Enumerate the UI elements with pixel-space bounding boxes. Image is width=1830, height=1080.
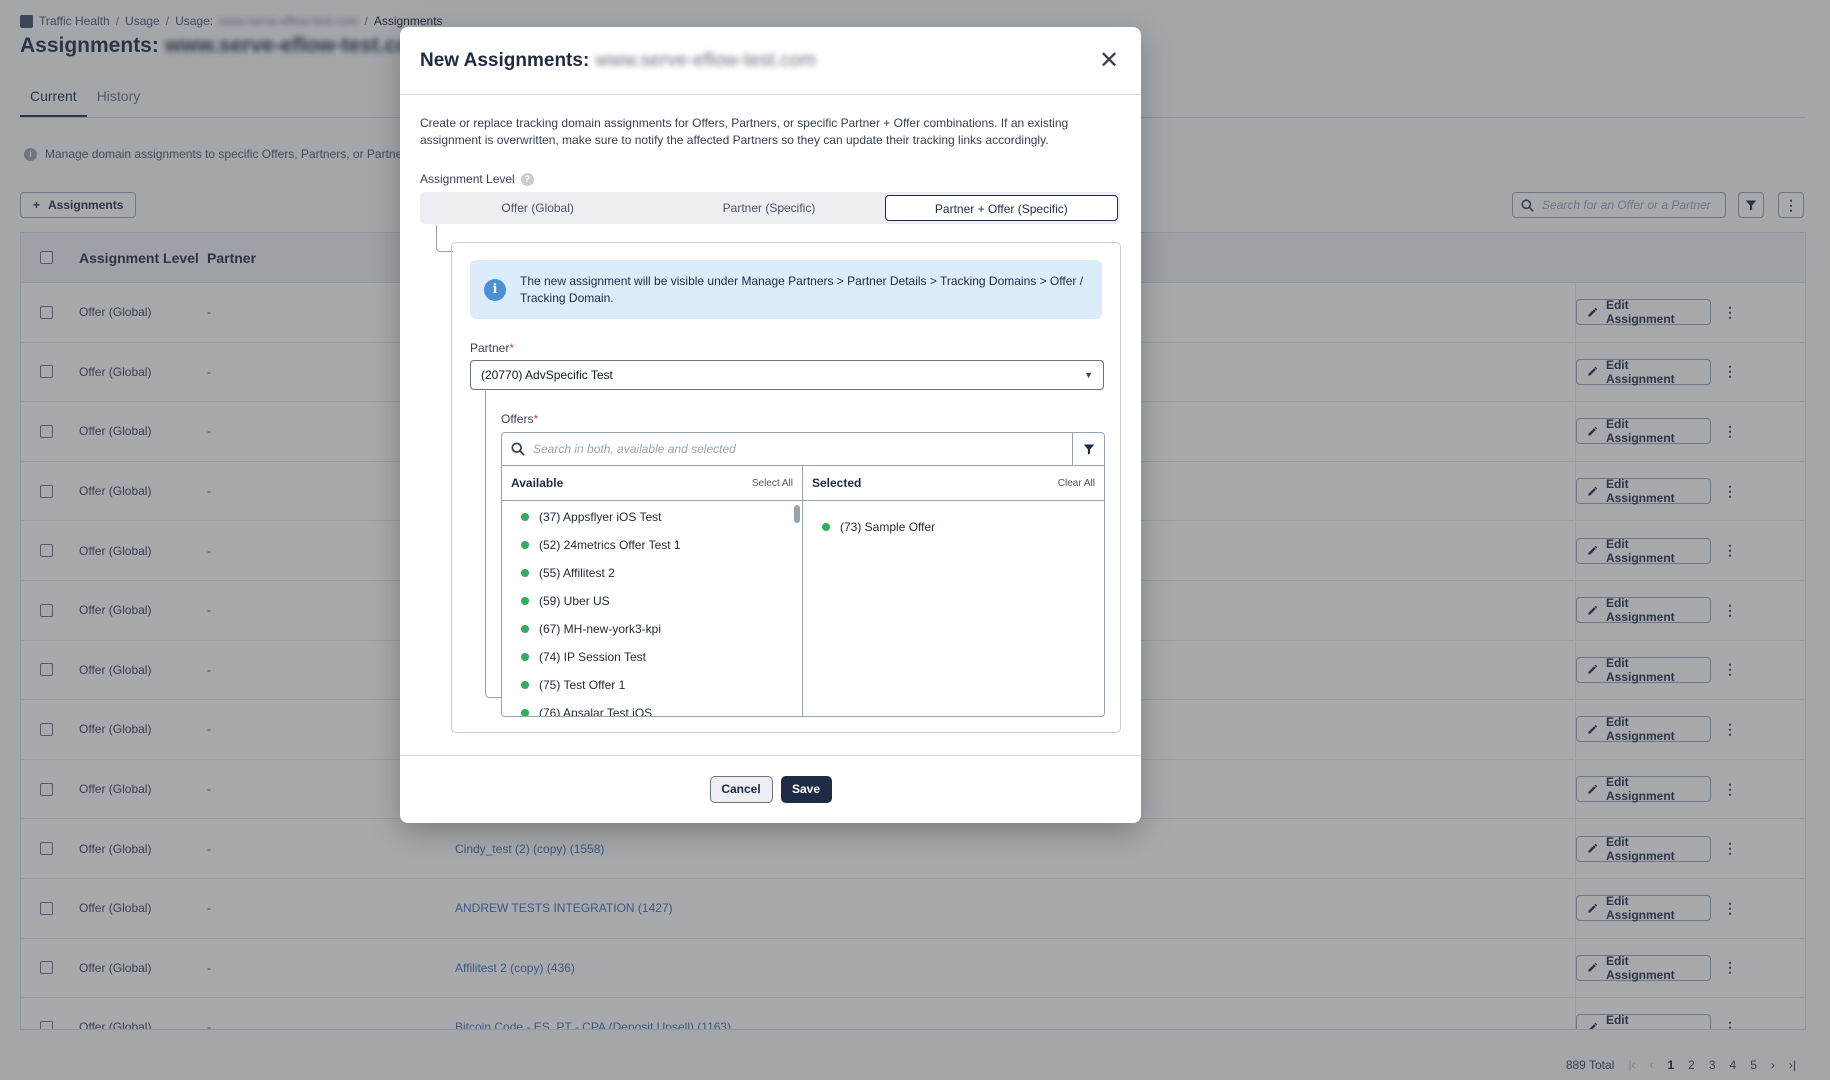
level-option-partner-offer-specific[interactable]: Partner + Offer (Specific) [884, 195, 1118, 221]
selected-heading: Selected [812, 476, 862, 490]
dialog-header: New Assignments: www.serve-eflow-test.co… [400, 27, 1141, 95]
selected-offers-list[interactable]: (73) Sample Offer [803, 513, 1104, 541]
clear-all-button[interactable]: Clear All [1058, 478, 1095, 489]
offers-search-bar: Search in both, available and selected [502, 433, 1104, 466]
partner-selected-value: (20770) AdvSpecific Test [481, 368, 613, 382]
available-offers-list[interactable]: (37) Appsflyer iOS Test (52) 24metrics Of… [502, 501, 794, 716]
scrollbar-thumb[interactable] [794, 505, 800, 523]
available-header: Available Select All [502, 466, 802, 501]
available-offer-item[interactable]: (37) Appsflyer iOS Test [502, 503, 794, 531]
selected-offers-column: Selected Clear All (73) Sample Offer [803, 466, 1104, 716]
dialog-title-text: New Assignments: [420, 49, 590, 71]
active-status-dot [521, 709, 529, 716]
available-offer-item[interactable]: (55) Affilitest 2 [502, 559, 794, 587]
active-status-dot [521, 681, 529, 689]
level-option-partner-specific[interactable]: Partner (Specific) [653, 195, 884, 221]
filter-icon [1083, 444, 1094, 455]
level-option-offer-global[interactable]: Offer (Global) [422, 195, 653, 221]
offer-name: (67) MH-new-york3-kpi [539, 622, 662, 636]
offer-name: (59) Uber US [539, 594, 610, 608]
active-status-dot [822, 523, 830, 531]
assignment-level-selector: Offer (Global) Partner (Specific) Partne… [420, 192, 1120, 224]
offers-search-input[interactable]: Search in both, available and selected [502, 442, 1072, 456]
dialog-description: Create or replace tracking domain assign… [420, 116, 1069, 147]
partner-label: Partner* [470, 341, 514, 355]
offer-name: (74) IP Session Test [539, 650, 646, 664]
help-icon[interactable]: ? [520, 172, 534, 186]
search-icon [511, 442, 525, 456]
offer-name: (55) Affilitest 2 [539, 566, 615, 580]
offers-label: Offers* [501, 412, 538, 426]
available-offer-item[interactable]: (52) 24metrics Offer Test 1 [502, 531, 794, 559]
offers-dual-listbox: Search in both, available and selected A… [501, 432, 1105, 717]
offer-name: (52) 24metrics Offer Test 1 [539, 538, 681, 552]
assignment-level-text: Assignment Level [420, 172, 515, 186]
offer-name: (75) Test Offer 1 [539, 678, 626, 692]
required-mark: * [533, 412, 539, 426]
available-offer-item[interactable]: (67) MH-new-york3-kpi [502, 615, 794, 643]
notice-text: The new assignment will be visible under… [520, 273, 1084, 305]
required-mark: * [509, 341, 515, 355]
offer-name: (37) Appsflyer iOS Test [539, 510, 662, 524]
offers-search-placeholder: Search in both, available and selected [533, 442, 736, 456]
dialog-footer: Cancel Save [400, 755, 1141, 823]
available-scrollbar[interactable] [792, 501, 802, 716]
offer-name: (76) Apsalar Test iOS [539, 706, 653, 716]
visibility-notice: i The new assignment will be visible und… [470, 260, 1102, 319]
partner-label-text: Partner [470, 341, 510, 355]
active-status-dot [521, 625, 529, 633]
tree-connector [485, 391, 501, 698]
info-icon: i [484, 278, 506, 301]
close-icon[interactable]: ✕ [1097, 46, 1121, 75]
active-status-dot [521, 597, 529, 605]
available-heading: Available [511, 476, 564, 490]
new-assignments-dialog: New Assignments: www.serve-eflow-test.co… [400, 27, 1141, 823]
active-status-dot [521, 653, 529, 661]
active-status-dot [521, 569, 529, 577]
partner-select[interactable]: (20770) AdvSpecific Test ▼ [470, 360, 1104, 390]
assignment-level-label: Assignment Level ? [420, 172, 534, 186]
available-offer-item[interactable]: (59) Uber US [502, 587, 794, 615]
select-all-button[interactable]: Select All [752, 478, 793, 489]
offers-label-text: Offers [501, 412, 534, 426]
selected-offer-item[interactable]: (73) Sample Offer [803, 513, 1104, 541]
dialog-title-domain: www.serve-eflow-test.com [595, 49, 816, 71]
selected-header: Selected Clear All [803, 466, 1104, 501]
available-offer-item[interactable]: (74) IP Session Test [502, 643, 794, 671]
available-offer-item[interactable]: (75) Test Offer 1 [502, 671, 794, 699]
caret-down-icon: ▼ [1084, 370, 1093, 380]
cancel-button[interactable]: Cancel [709, 776, 773, 803]
offer-name: (73) Sample Offer [840, 520, 936, 534]
available-offers-column: Available Select All (37) Appsflyer iOS … [502, 466, 803, 716]
active-status-dot [521, 513, 529, 521]
partner-offer-panel: i The new assignment will be visible und… [451, 242, 1121, 733]
active-status-dot [521, 541, 529, 549]
available-offer-item[interactable]: (76) Apsalar Test iOS [502, 699, 794, 716]
dialog-title: New Assignments: www.serve-eflow-test.co… [420, 50, 816, 72]
offers-filter-button[interactable] [1072, 433, 1104, 466]
save-button[interactable]: Save [780, 776, 832, 803]
